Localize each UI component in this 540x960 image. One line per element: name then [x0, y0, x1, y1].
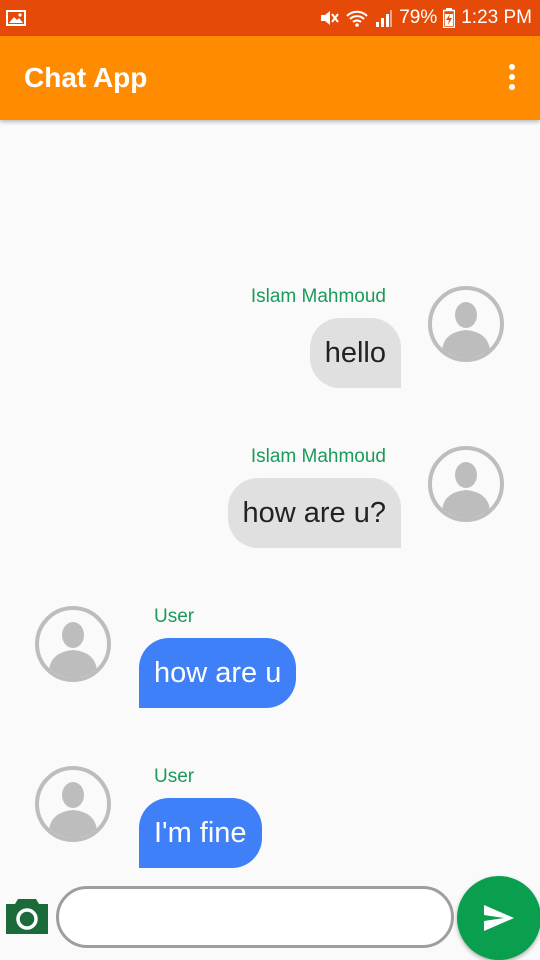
sender-name: User [154, 606, 195, 627]
clock: 1:23 PM [461, 7, 532, 28]
message-row: Islam Mahmoud hello [0, 286, 540, 406]
send-icon [484, 905, 514, 931]
message-row: User I'm fine [0, 766, 540, 886]
wifi-icon [346, 10, 368, 27]
more-vert-icon[interactable] [506, 64, 518, 92]
message-bubble[interactable]: hello [309, 318, 401, 388]
avatar[interactable] [428, 446, 504, 522]
battery-charging-icon [443, 8, 456, 28]
avatar[interactable] [428, 286, 504, 362]
status-bar: 79% 1:23 PM [0, 0, 540, 36]
battery-percent: 79% [399, 7, 438, 28]
message-bubble[interactable]: I'm fine [139, 798, 262, 868]
app-title: Chat App [24, 62, 148, 93]
gallery-icon [6, 10, 26, 26]
signal-icon [376, 10, 393, 27]
app-bar: Chat App [0, 36, 540, 120]
send-button[interactable] [457, 876, 540, 960]
message-input[interactable] [56, 886, 454, 948]
avatar[interactable] [35, 766, 111, 842]
sender-name: Islam Mahmoud [250, 446, 386, 467]
camera-icon[interactable] [4, 896, 50, 936]
avatar[interactable] [35, 606, 111, 682]
mute-icon [321, 11, 340, 25]
sender-name: User [154, 766, 195, 787]
sender-name: Islam Mahmoud [250, 286, 386, 307]
composer [0, 872, 540, 960]
message-bubble[interactable]: how are u [139, 638, 297, 708]
message-bubble[interactable]: how are u? [227, 478, 401, 548]
message-row: User how are u [0, 606, 540, 726]
message-row: Islam Mahmoud how are u? [0, 446, 540, 566]
